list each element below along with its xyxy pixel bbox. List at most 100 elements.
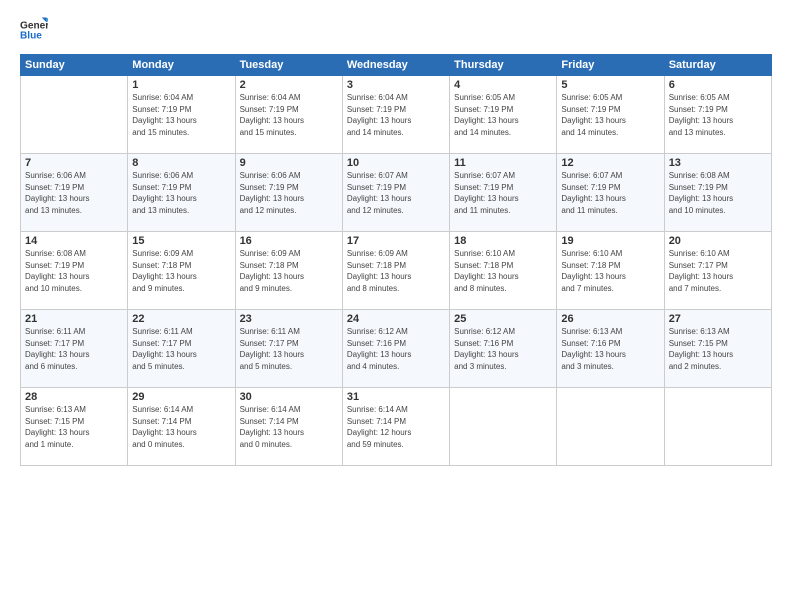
- day-number: 8: [132, 157, 230, 169]
- day-info: Sunrise: 6:07 AM Sunset: 7:19 PM Dayligh…: [347, 170, 445, 216]
- day-info: Sunrise: 6:06 AM Sunset: 7:19 PM Dayligh…: [132, 170, 230, 216]
- calendar-week-4: 21Sunrise: 6:11 AM Sunset: 7:17 PM Dayli…: [21, 310, 772, 388]
- header-tuesday: Tuesday: [235, 55, 342, 76]
- day-info: Sunrise: 6:09 AM Sunset: 7:18 PM Dayligh…: [132, 248, 230, 294]
- day-number: 2: [240, 79, 338, 91]
- day-number: 6: [669, 79, 767, 91]
- day-number: 4: [454, 79, 552, 91]
- calendar-cell: 2Sunrise: 6:04 AM Sunset: 7:19 PM Daylig…: [235, 76, 342, 154]
- calendar-week-5: 28Sunrise: 6:13 AM Sunset: 7:15 PM Dayli…: [21, 388, 772, 466]
- calendar-cell: 29Sunrise: 6:14 AM Sunset: 7:14 PM Dayli…: [128, 388, 235, 466]
- day-number: 15: [132, 235, 230, 247]
- day-info: Sunrise: 6:09 AM Sunset: 7:18 PM Dayligh…: [240, 248, 338, 294]
- calendar-cell: 19Sunrise: 6:10 AM Sunset: 7:18 PM Dayli…: [557, 232, 664, 310]
- calendar-cell: 23Sunrise: 6:11 AM Sunset: 7:17 PM Dayli…: [235, 310, 342, 388]
- day-number: 30: [240, 391, 338, 403]
- day-number: 29: [132, 391, 230, 403]
- day-info: Sunrise: 6:08 AM Sunset: 7:19 PM Dayligh…: [669, 170, 767, 216]
- calendar-cell: 11Sunrise: 6:07 AM Sunset: 7:19 PM Dayli…: [450, 154, 557, 232]
- day-info: Sunrise: 6:14 AM Sunset: 7:14 PM Dayligh…: [347, 404, 445, 450]
- day-number: 31: [347, 391, 445, 403]
- day-number: 12: [561, 157, 659, 169]
- calendar-cell: 12Sunrise: 6:07 AM Sunset: 7:19 PM Dayli…: [557, 154, 664, 232]
- day-info: Sunrise: 6:11 AM Sunset: 7:17 PM Dayligh…: [240, 326, 338, 372]
- day-info: Sunrise: 6:11 AM Sunset: 7:17 PM Dayligh…: [132, 326, 230, 372]
- calendar-table: SundayMondayTuesdayWednesdayThursdayFrid…: [20, 54, 772, 466]
- day-info: Sunrise: 6:12 AM Sunset: 7:16 PM Dayligh…: [454, 326, 552, 372]
- day-number: 25: [454, 313, 552, 325]
- calendar-cell: [21, 76, 128, 154]
- day-number: 11: [454, 157, 552, 169]
- calendar-header-row: SundayMondayTuesdayWednesdayThursdayFrid…: [21, 55, 772, 76]
- day-info: Sunrise: 6:07 AM Sunset: 7:19 PM Dayligh…: [561, 170, 659, 216]
- day-number: 19: [561, 235, 659, 247]
- calendar-cell: 5Sunrise: 6:05 AM Sunset: 7:19 PM Daylig…: [557, 76, 664, 154]
- day-number: 22: [132, 313, 230, 325]
- calendar-cell: [450, 388, 557, 466]
- calendar-cell: 26Sunrise: 6:13 AM Sunset: 7:16 PM Dayli…: [557, 310, 664, 388]
- day-number: 10: [347, 157, 445, 169]
- calendar-cell: 21Sunrise: 6:11 AM Sunset: 7:17 PM Dayli…: [21, 310, 128, 388]
- calendar-cell: 30Sunrise: 6:14 AM Sunset: 7:14 PM Dayli…: [235, 388, 342, 466]
- calendar-cell: 14Sunrise: 6:08 AM Sunset: 7:19 PM Dayli…: [21, 232, 128, 310]
- day-info: Sunrise: 6:13 AM Sunset: 7:16 PM Dayligh…: [561, 326, 659, 372]
- calendar-cell: 4Sunrise: 6:05 AM Sunset: 7:19 PM Daylig…: [450, 76, 557, 154]
- day-number: 7: [25, 157, 123, 169]
- day-info: Sunrise: 6:06 AM Sunset: 7:19 PM Dayligh…: [240, 170, 338, 216]
- day-info: Sunrise: 6:12 AM Sunset: 7:16 PM Dayligh…: [347, 326, 445, 372]
- day-info: Sunrise: 6:05 AM Sunset: 7:19 PM Dayligh…: [454, 92, 552, 138]
- day-number: 17: [347, 235, 445, 247]
- calendar-cell: 8Sunrise: 6:06 AM Sunset: 7:19 PM Daylig…: [128, 154, 235, 232]
- calendar-cell: 9Sunrise: 6:06 AM Sunset: 7:19 PM Daylig…: [235, 154, 342, 232]
- calendar-cell: 3Sunrise: 6:04 AM Sunset: 7:19 PM Daylig…: [342, 76, 449, 154]
- day-info: Sunrise: 6:04 AM Sunset: 7:19 PM Dayligh…: [347, 92, 445, 138]
- day-info: Sunrise: 6:14 AM Sunset: 7:14 PM Dayligh…: [240, 404, 338, 450]
- header-friday: Friday: [557, 55, 664, 76]
- calendar-cell: 7Sunrise: 6:06 AM Sunset: 7:19 PM Daylig…: [21, 154, 128, 232]
- day-number: 14: [25, 235, 123, 247]
- calendar-cell: [664, 388, 771, 466]
- calendar-cell: 10Sunrise: 6:07 AM Sunset: 7:19 PM Dayli…: [342, 154, 449, 232]
- day-info: Sunrise: 6:07 AM Sunset: 7:19 PM Dayligh…: [454, 170, 552, 216]
- day-number: 20: [669, 235, 767, 247]
- day-info: Sunrise: 6:13 AM Sunset: 7:15 PM Dayligh…: [25, 404, 123, 450]
- day-info: Sunrise: 6:14 AM Sunset: 7:14 PM Dayligh…: [132, 404, 230, 450]
- calendar-cell: 25Sunrise: 6:12 AM Sunset: 7:16 PM Dayli…: [450, 310, 557, 388]
- day-info: Sunrise: 6:10 AM Sunset: 7:18 PM Dayligh…: [561, 248, 659, 294]
- day-info: Sunrise: 6:10 AM Sunset: 7:18 PM Dayligh…: [454, 248, 552, 294]
- calendar-cell: 16Sunrise: 6:09 AM Sunset: 7:18 PM Dayli…: [235, 232, 342, 310]
- logo-icon: General Blue: [20, 16, 48, 44]
- calendar-cell: [557, 388, 664, 466]
- day-info: Sunrise: 6:10 AM Sunset: 7:17 PM Dayligh…: [669, 248, 767, 294]
- header-monday: Monday: [128, 55, 235, 76]
- day-number: 24: [347, 313, 445, 325]
- calendar-cell: 20Sunrise: 6:10 AM Sunset: 7:17 PM Dayli…: [664, 232, 771, 310]
- day-number: 26: [561, 313, 659, 325]
- day-info: Sunrise: 6:09 AM Sunset: 7:18 PM Dayligh…: [347, 248, 445, 294]
- day-info: Sunrise: 6:11 AM Sunset: 7:17 PM Dayligh…: [25, 326, 123, 372]
- day-number: 5: [561, 79, 659, 91]
- header-sunday: Sunday: [21, 55, 128, 76]
- calendar-cell: 28Sunrise: 6:13 AM Sunset: 7:15 PM Dayli…: [21, 388, 128, 466]
- calendar-cell: 24Sunrise: 6:12 AM Sunset: 7:16 PM Dayli…: [342, 310, 449, 388]
- calendar-cell: 6Sunrise: 6:05 AM Sunset: 7:19 PM Daylig…: [664, 76, 771, 154]
- day-number: 23: [240, 313, 338, 325]
- logo: General Blue: [20, 16, 54, 44]
- day-number: 21: [25, 313, 123, 325]
- calendar-week-3: 14Sunrise: 6:08 AM Sunset: 7:19 PM Dayli…: [21, 232, 772, 310]
- calendar-cell: 22Sunrise: 6:11 AM Sunset: 7:17 PM Dayli…: [128, 310, 235, 388]
- day-info: Sunrise: 6:13 AM Sunset: 7:15 PM Dayligh…: [669, 326, 767, 372]
- day-number: 9: [240, 157, 338, 169]
- day-info: Sunrise: 6:04 AM Sunset: 7:19 PM Dayligh…: [132, 92, 230, 138]
- calendar-cell: 17Sunrise: 6:09 AM Sunset: 7:18 PM Dayli…: [342, 232, 449, 310]
- header-thursday: Thursday: [450, 55, 557, 76]
- day-info: Sunrise: 6:05 AM Sunset: 7:19 PM Dayligh…: [669, 92, 767, 138]
- day-info: Sunrise: 6:05 AM Sunset: 7:19 PM Dayligh…: [561, 92, 659, 138]
- calendar-week-1: 1Sunrise: 6:04 AM Sunset: 7:19 PM Daylig…: [21, 76, 772, 154]
- day-info: Sunrise: 6:04 AM Sunset: 7:19 PM Dayligh…: [240, 92, 338, 138]
- svg-text:Blue: Blue: [20, 31, 42, 42]
- day-number: 27: [669, 313, 767, 325]
- day-info: Sunrise: 6:06 AM Sunset: 7:19 PM Dayligh…: [25, 170, 123, 216]
- header-saturday: Saturday: [664, 55, 771, 76]
- calendar-cell: 1Sunrise: 6:04 AM Sunset: 7:19 PM Daylig…: [128, 76, 235, 154]
